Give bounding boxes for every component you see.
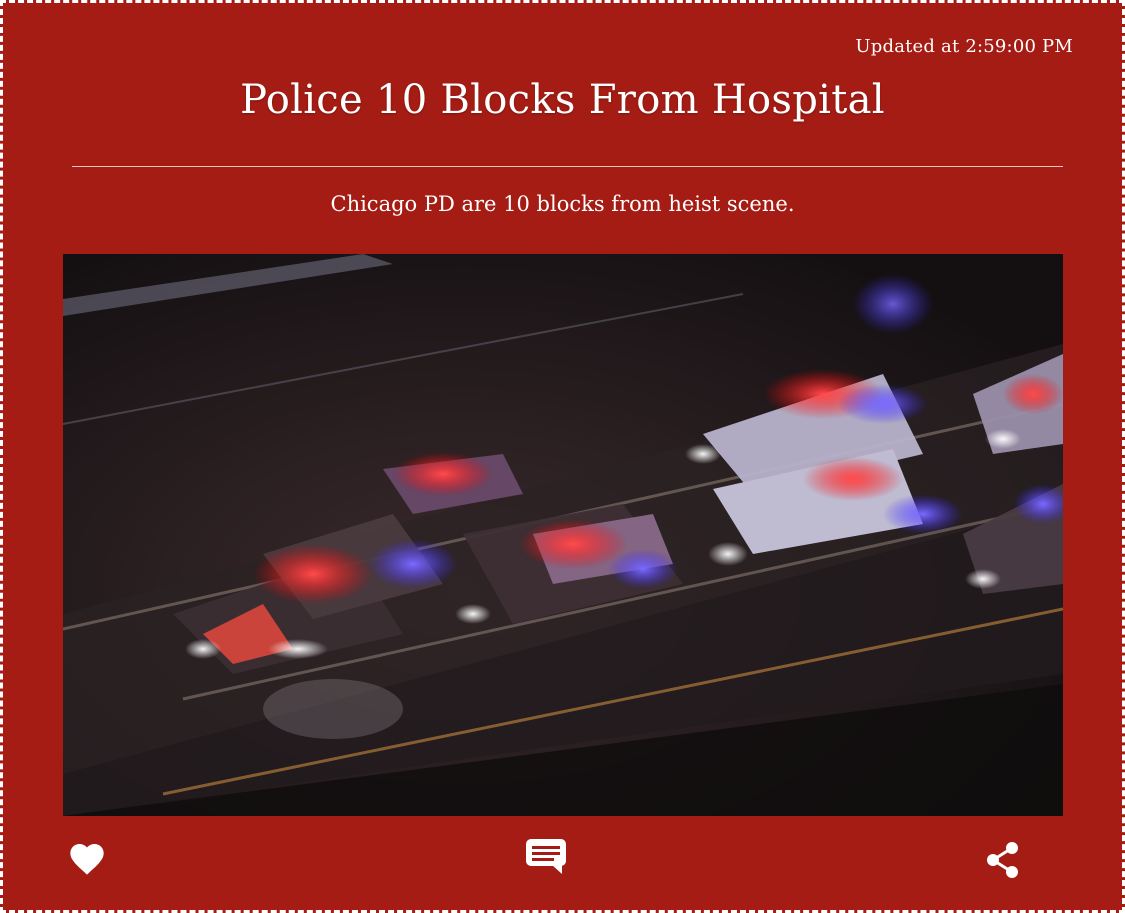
news-photo [63,254,1063,816]
comment-icon[interactable] [524,837,568,877]
news-card: Updated at 2:59:00 PM Police 10 Blocks F… [0,0,1125,913]
title-divider [72,166,1063,167]
post-title: Police 10 Blocks From Hospital [240,77,885,123]
heart-icon[interactable] [67,839,107,879]
post-subtitle: Chicago PD are 10 blocks from heist scen… [330,192,795,216]
share-icon[interactable] [983,840,1023,880]
updated-timestamp: Updated at 2:59:00 PM [855,36,1073,57]
